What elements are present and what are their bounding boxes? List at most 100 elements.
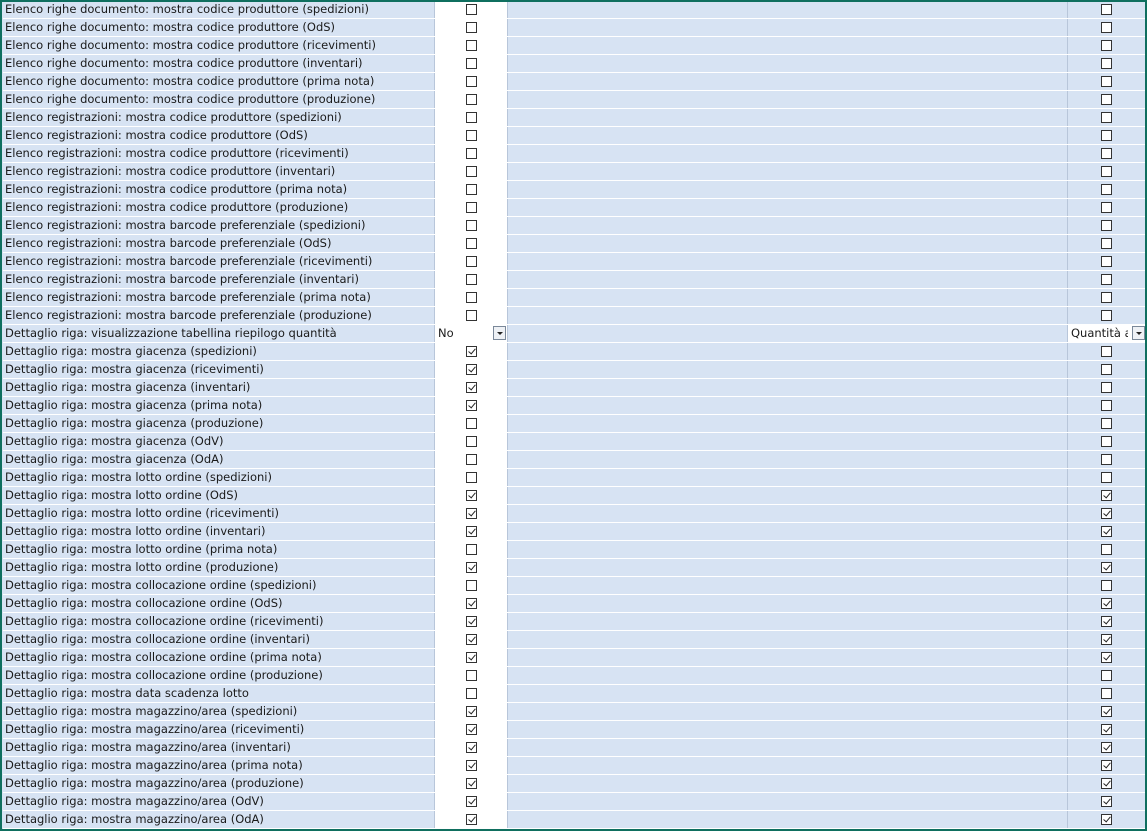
value-checkbox[interactable] xyxy=(466,436,477,447)
default-checkbox[interactable] xyxy=(1101,706,1112,717)
default-checkbox[interactable] xyxy=(1101,22,1112,33)
value-checkbox[interactable] xyxy=(466,94,477,105)
default-checkbox[interactable] xyxy=(1101,580,1112,591)
default-checkbox[interactable] xyxy=(1101,274,1112,285)
value-checkbox[interactable] xyxy=(466,148,477,159)
default-checkbox[interactable] xyxy=(1101,310,1112,321)
value-checkbox[interactable] xyxy=(466,688,477,699)
value-checkbox[interactable] xyxy=(466,616,477,627)
default-checkbox[interactable] xyxy=(1101,526,1112,537)
default-checkbox[interactable] xyxy=(1101,220,1112,231)
default-checkbox[interactable] xyxy=(1101,688,1112,699)
default-checkbox[interactable] xyxy=(1101,40,1112,51)
value-checkbox[interactable] xyxy=(466,292,477,303)
value-checkbox[interactable] xyxy=(466,742,477,753)
default-checkbox[interactable] xyxy=(1101,76,1112,87)
value-checkbox[interactable] xyxy=(466,814,477,825)
value-checkbox[interactable] xyxy=(466,22,477,33)
default-checkbox[interactable] xyxy=(1101,184,1112,195)
value-checkbox[interactable] xyxy=(466,184,477,195)
default-checkbox[interactable] xyxy=(1101,778,1112,789)
value-checkbox[interactable] xyxy=(466,760,477,771)
default-checkbox[interactable] xyxy=(1101,4,1112,15)
value-checkbox[interactable] xyxy=(466,796,477,807)
default-checkbox[interactable] xyxy=(1101,202,1112,213)
default-checkbox[interactable] xyxy=(1101,94,1112,105)
chevron-down-icon[interactable] xyxy=(1132,326,1145,340)
default-checkbox[interactable] xyxy=(1101,634,1112,645)
value-cell xyxy=(434,649,508,666)
value-checkbox[interactable] xyxy=(466,220,477,231)
default-checkbox[interactable] xyxy=(1101,670,1112,681)
value-checkbox[interactable] xyxy=(466,76,477,87)
default-checkbox[interactable] xyxy=(1101,796,1112,807)
value-checkbox[interactable] xyxy=(466,544,477,555)
default-checkbox[interactable] xyxy=(1101,58,1112,69)
value-checkbox[interactable] xyxy=(466,166,477,177)
value-checkbox[interactable] xyxy=(466,130,477,141)
value-checkbox[interactable] xyxy=(466,256,477,267)
settings-row: Dettaglio riga: mostra magazzino/area (r… xyxy=(3,721,1145,739)
default-checkbox[interactable] xyxy=(1101,562,1112,573)
value-checkbox[interactable] xyxy=(466,508,477,519)
default-value-cell xyxy=(1067,163,1145,180)
default-checkbox[interactable] xyxy=(1101,400,1112,411)
value-checkbox[interactable] xyxy=(466,562,477,573)
value-checkbox[interactable] xyxy=(466,58,477,69)
value-checkbox[interactable] xyxy=(466,400,477,411)
value-dropdown[interactable]: No xyxy=(435,325,507,342)
value-checkbox[interactable] xyxy=(466,580,477,591)
value-checkbox[interactable] xyxy=(466,40,477,51)
value-checkbox[interactable] xyxy=(466,598,477,609)
default-checkbox[interactable] xyxy=(1101,760,1112,771)
settings-row: Dettaglio riga: mostra lotto ordine (OdS… xyxy=(3,487,1145,505)
default-checkbox[interactable] xyxy=(1101,544,1112,555)
default-checkbox[interactable] xyxy=(1101,616,1112,627)
default-dropdown[interactable]: Quantità a xyxy=(1068,325,1145,342)
value-checkbox[interactable] xyxy=(466,112,477,123)
value-checkbox[interactable] xyxy=(466,526,477,537)
value-checkbox[interactable] xyxy=(466,310,477,321)
value-checkbox[interactable] xyxy=(466,346,477,357)
default-checkbox[interactable] xyxy=(1101,418,1112,429)
default-checkbox[interactable] xyxy=(1101,814,1112,825)
default-checkbox[interactable] xyxy=(1101,652,1112,663)
default-checkbox[interactable] xyxy=(1101,382,1112,393)
default-checkbox[interactable] xyxy=(1101,454,1112,465)
value-checkbox[interactable] xyxy=(466,706,477,717)
value-checkbox[interactable] xyxy=(466,670,477,681)
default-value-cell xyxy=(1067,181,1145,198)
default-checkbox[interactable] xyxy=(1101,472,1112,483)
value-checkbox[interactable] xyxy=(466,472,477,483)
value-checkbox[interactable] xyxy=(466,724,477,735)
value-checkbox[interactable] xyxy=(466,652,477,663)
default-checkbox[interactable] xyxy=(1101,490,1112,501)
default-checkbox[interactable] xyxy=(1101,436,1112,447)
default-checkbox[interactable] xyxy=(1101,742,1112,753)
value-checkbox[interactable] xyxy=(466,490,477,501)
value-checkbox[interactable] xyxy=(466,364,477,375)
value-checkbox[interactable] xyxy=(466,454,477,465)
value-checkbox[interactable] xyxy=(466,238,477,249)
value-checkbox[interactable] xyxy=(466,778,477,789)
value-checkbox[interactable] xyxy=(466,274,477,285)
default-checkbox[interactable] xyxy=(1101,724,1112,735)
default-checkbox[interactable] xyxy=(1101,112,1112,123)
value-checkbox[interactable] xyxy=(466,4,477,15)
value-checkbox[interactable] xyxy=(466,418,477,429)
default-checkbox[interactable] xyxy=(1101,256,1112,267)
default-checkbox[interactable] xyxy=(1101,148,1112,159)
default-checkbox[interactable] xyxy=(1101,130,1112,141)
default-checkbox[interactable] xyxy=(1101,166,1112,177)
default-checkbox[interactable] xyxy=(1101,598,1112,609)
default-checkbox[interactable] xyxy=(1101,508,1112,519)
setting-label: Dettaglio riga: mostra magazzino/area (p… xyxy=(3,757,433,774)
default-checkbox[interactable] xyxy=(1101,238,1112,249)
default-checkbox[interactable] xyxy=(1101,346,1112,357)
chevron-down-icon[interactable] xyxy=(493,326,506,340)
default-checkbox[interactable] xyxy=(1101,364,1112,375)
value-checkbox[interactable] xyxy=(466,634,477,645)
value-checkbox[interactable] xyxy=(466,202,477,213)
default-checkbox[interactable] xyxy=(1101,292,1112,303)
value-checkbox[interactable] xyxy=(466,382,477,393)
